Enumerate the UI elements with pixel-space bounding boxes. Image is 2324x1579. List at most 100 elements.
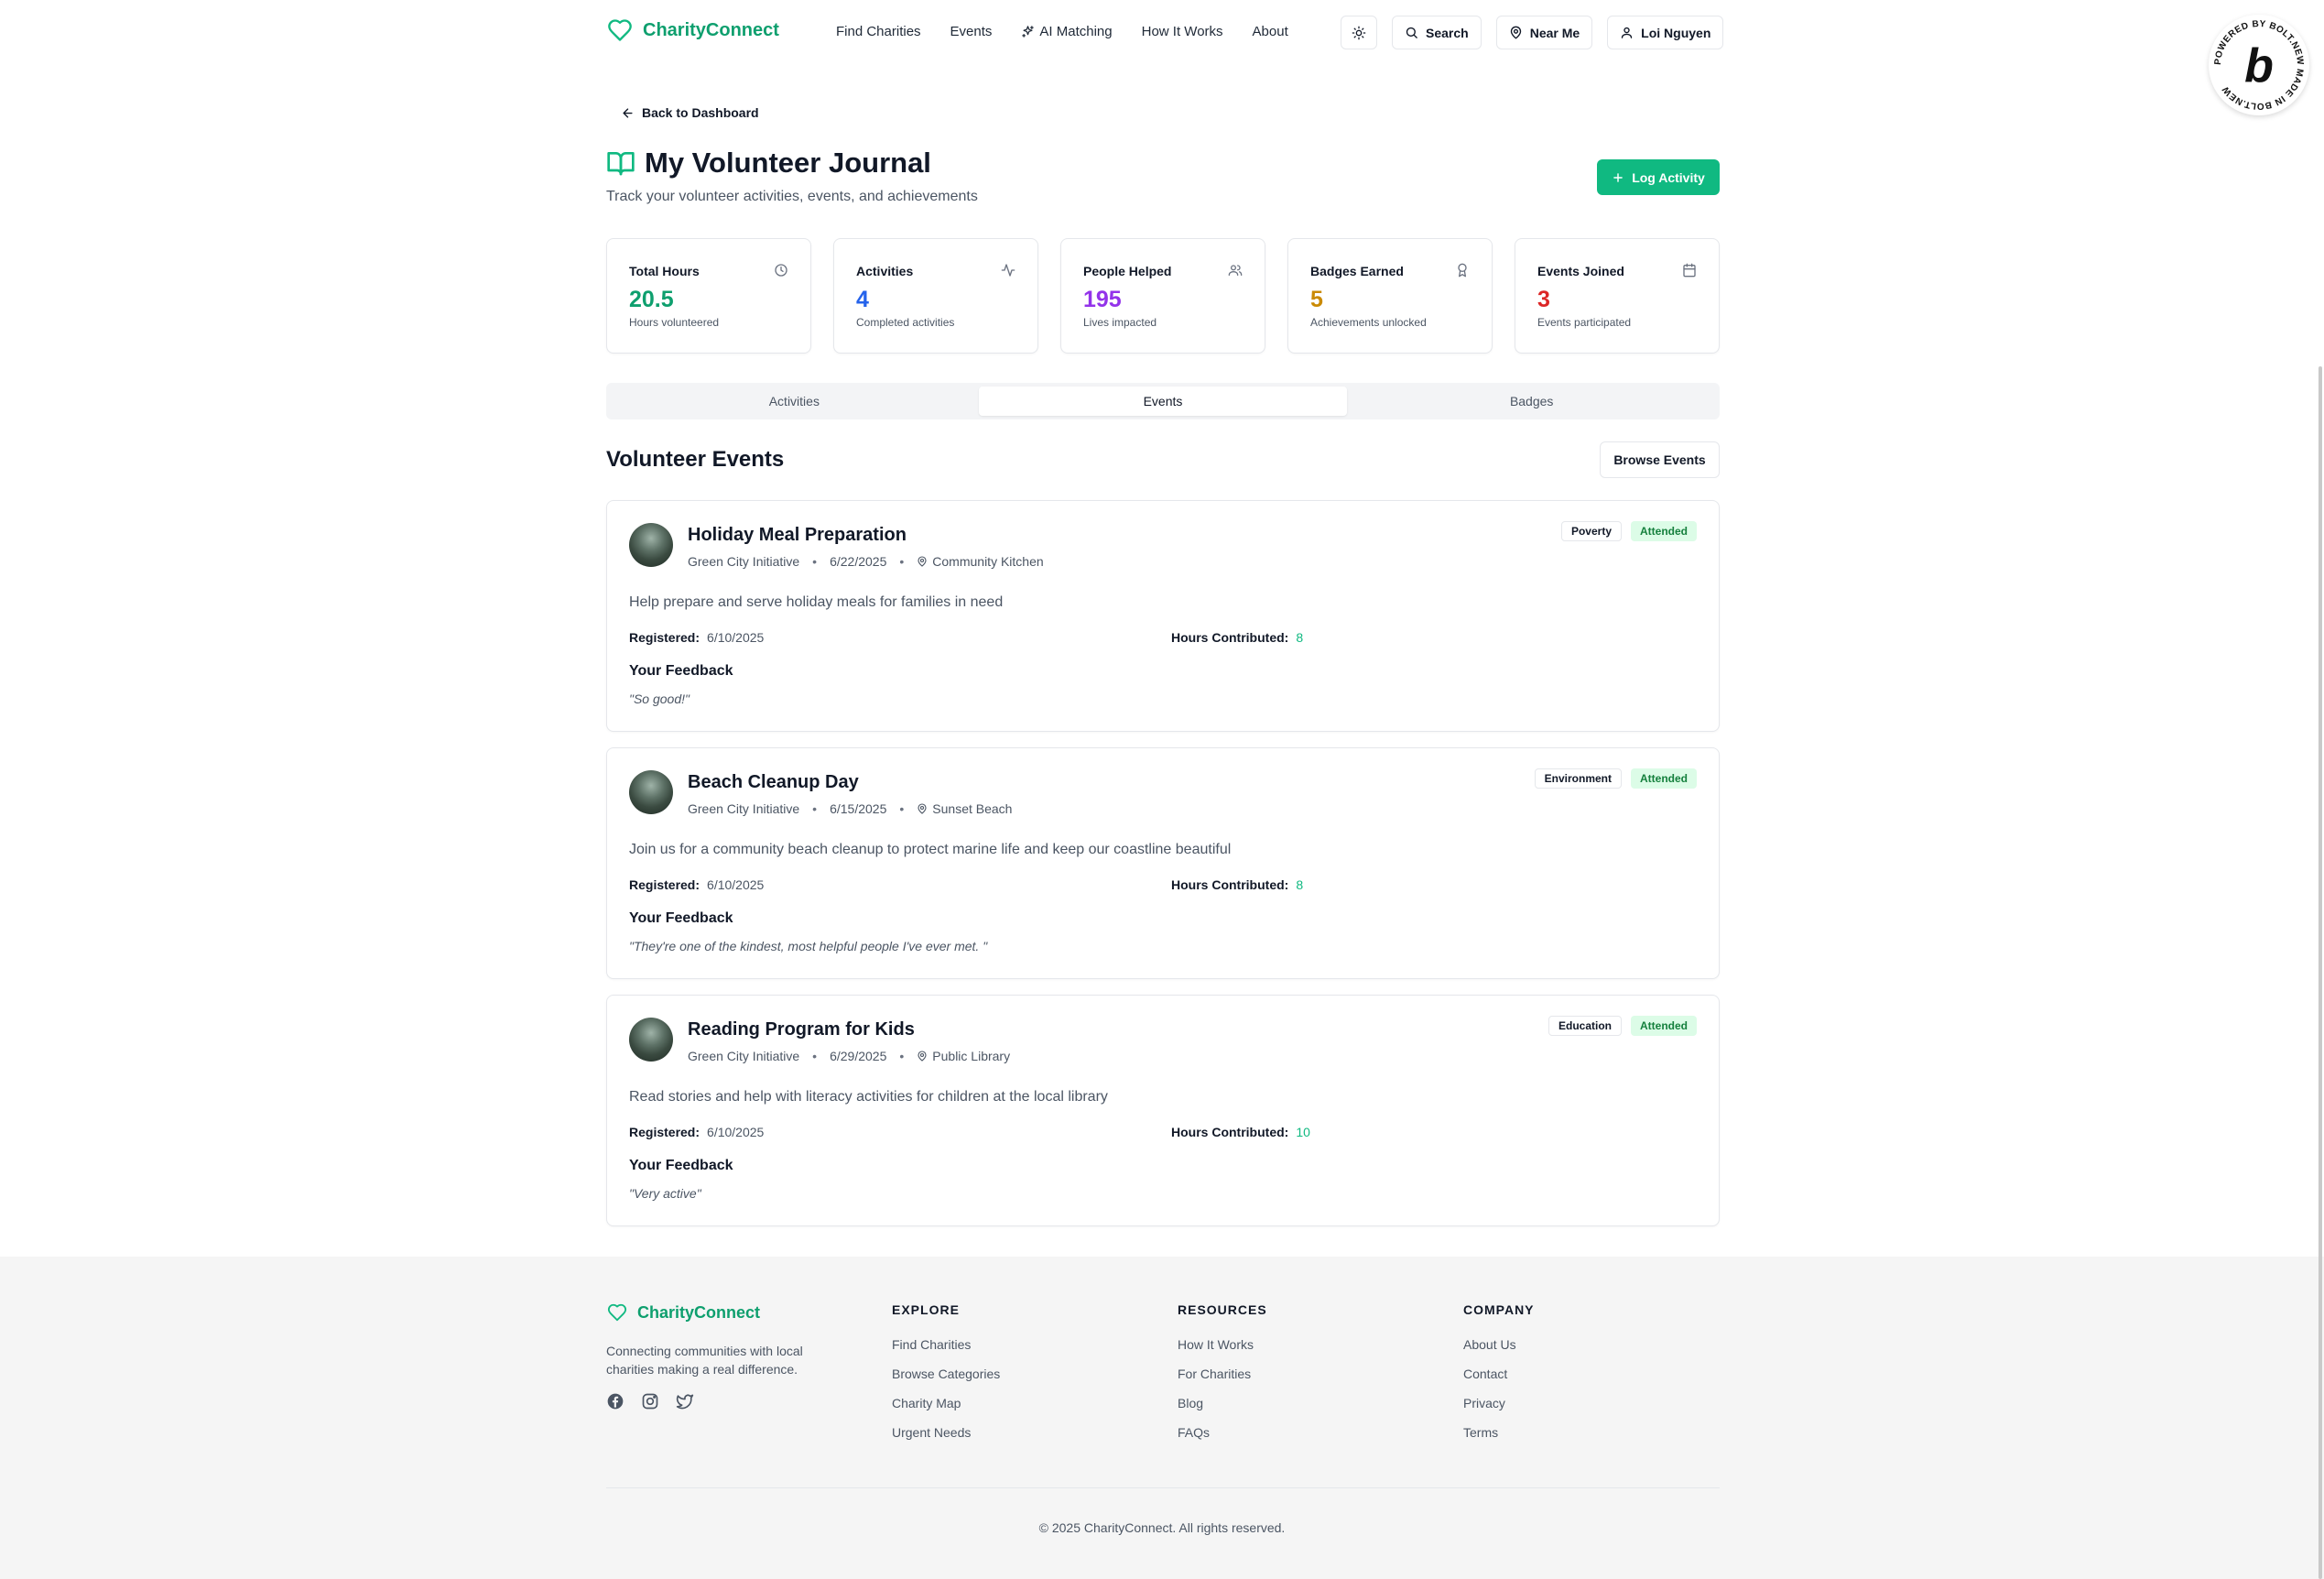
stat-card-total-hours: Total Hours 20.5 Hours volunteered <box>606 238 811 354</box>
location-label: Sunset Beach <box>932 801 1013 816</box>
nav-how-it-works[interactable]: How It Works <box>1142 24 1223 39</box>
footer-link[interactable]: How It Works <box>1178 1337 1267 1352</box>
tab-events[interactable]: Events <box>978 387 1348 416</box>
sun-icon <box>1352 26 1366 40</box>
footer-link[interactable]: For Charities <box>1178 1367 1267 1381</box>
heart-icon <box>606 17 634 43</box>
footer-link[interactable]: Blog <box>1178 1396 1267 1410</box>
user-menu-button[interactable]: Loi Nguyen <box>1607 16 1724 49</box>
footer-heading: COMPANY <box>1463 1302 1535 1317</box>
event-title[interactable]: Reading Program for Kids <box>688 1019 915 1040</box>
page-scrollbar[interactable] <box>2319 366 2322 1579</box>
footer-link[interactable]: Find Charities <box>892 1337 1000 1352</box>
separator-dot: • <box>812 554 818 569</box>
event-title[interactable]: Beach Cleanup Day <box>688 772 859 793</box>
footer-column-resources: RESOURCES How It Works For Charities Blo… <box>1178 1302 1267 1454</box>
event-org: Green City Initiative <box>688 554 800 569</box>
footer-link[interactable]: Charity Map <box>892 1396 1000 1410</box>
hours-value: 8 <box>1296 877 1304 892</box>
page-title: My Volunteer Journal <box>645 147 931 179</box>
stat-label: Events Joined <box>1537 264 1624 278</box>
footer-link[interactable]: Contact <box>1463 1367 1535 1381</box>
category-badge: Education <box>1548 1016 1622 1036</box>
footer-link[interactable]: Browse Categories <box>892 1367 1000 1381</box>
status-badge: Attended <box>1631 521 1697 541</box>
nav-label: Find Charities <box>836 24 921 39</box>
user-name: Loi Nguyen <box>1641 25 1711 40</box>
registered-label: Registered: <box>629 1125 700 1139</box>
footer-link[interactable]: Urgent Needs <box>892 1425 1000 1440</box>
instagram-icon[interactable] <box>641 1392 659 1410</box>
hours-info: Hours Contributed: 8 <box>1171 877 1303 892</box>
stat-card-badges-earned: Badges Earned 5 Achievements unlocked <box>1287 238 1493 354</box>
back-label: Back to Dashboard <box>642 105 759 120</box>
near-me-button[interactable]: Near Me <box>1495 16 1593 49</box>
map-pin-icon <box>1509 26 1523 39</box>
hours-value: 8 <box>1296 630 1304 645</box>
event-description: Read stories and help with literacy acti… <box>629 1089 1108 1105</box>
nav-events[interactable]: Events <box>950 24 993 39</box>
event-badges: Environment Attended <box>1534 768 1697 789</box>
feedback-heading: Your Feedback <box>629 910 733 926</box>
search-label: Search <box>1426 25 1469 40</box>
theme-toggle-button[interactable] <box>1341 16 1377 49</box>
event-org: Green City Initiative <box>688 801 800 816</box>
search-button[interactable]: Search <box>1392 16 1482 49</box>
section-title: Volunteer Events <box>606 447 785 472</box>
nav-ai-matching[interactable]: AI Matching <box>1021 24 1113 39</box>
stat-desc: Hours volunteered <box>629 316 720 329</box>
stat-desc: Lives impacted <box>1083 316 1157 329</box>
registered-label: Registered: <box>629 630 700 645</box>
footer-link[interactable]: About Us <box>1463 1337 1535 1352</box>
footer-brand[interactable]: CharityConnect <box>606 1302 760 1323</box>
footer-link[interactable]: Privacy <box>1463 1396 1535 1410</box>
tab-badges[interactable]: Badges <box>1347 387 1716 416</box>
registered-date: 6/10/2025 <box>707 630 765 645</box>
nav-about[interactable]: About <box>1253 24 1288 39</box>
event-date: 6/15/2025 <box>830 801 887 816</box>
plus-icon <box>1612 171 1624 184</box>
bolt-badge[interactable]: POWERED BY BOLT.NEW MADE IN BOLT.NEW b <box>2209 15 2309 115</box>
heart-icon <box>606 1302 628 1323</box>
svg-text:b: b <box>2244 39 2274 93</box>
map-pin-icon <box>917 1051 928 1062</box>
event-title[interactable]: Holiday Meal Preparation <box>688 525 907 546</box>
footer-divider <box>606 1487 1720 1488</box>
separator-dot: • <box>899 801 905 816</box>
footer-column-explore: EXPLORE Find Charities Browse Categories… <box>892 1302 1000 1454</box>
nav-find-charities[interactable]: Find Charities <box>836 24 921 39</box>
feedback-text: "So good!" <box>629 691 690 706</box>
event-description: Help prepare and serve holiday meals for… <box>629 594 1004 610</box>
log-activity-button[interactable]: Log Activity <box>1597 159 1720 195</box>
status-badge: Attended <box>1631 1016 1697 1036</box>
footer-column-company: COMPANY About Us Contact Privacy Terms <box>1463 1302 1535 1454</box>
stat-value: 5 <box>1310 287 1323 312</box>
tab-activities[interactable]: Activities <box>610 387 979 416</box>
clock-icon <box>774 263 788 278</box>
stat-label: Total Hours <box>629 264 700 278</box>
map-pin-icon <box>917 803 928 814</box>
nav-label: Events <box>950 24 993 39</box>
footer-link[interactable]: FAQs <box>1178 1425 1267 1440</box>
page-subtitle: Track your volunteer activities, events,… <box>606 189 978 204</box>
stat-value: 195 <box>1083 287 1122 312</box>
registered-info: Registered: 6/10/2025 <box>629 877 764 892</box>
brand-logo[interactable]: CharityConnect <box>606 17 779 43</box>
map-pin-icon <box>917 556 928 567</box>
footer-link[interactable]: Terms <box>1463 1425 1535 1440</box>
feedback-heading: Your Feedback <box>629 663 733 679</box>
browse-events-button[interactable]: Browse Events <box>1600 441 1720 478</box>
sparkles-icon <box>1021 25 1035 38</box>
registered-info: Registered: 6/10/2025 <box>629 630 764 645</box>
category-badge: Environment <box>1534 768 1622 789</box>
top-header: CharityConnect Find Charities Events AI … <box>0 0 2324 66</box>
award-icon <box>1455 263 1470 278</box>
activity-icon <box>1001 263 1015 278</box>
hours-label: Hours Contributed: <box>1171 1125 1289 1139</box>
event-description: Join us for a community beach cleanup to… <box>629 842 1232 857</box>
stat-desc: Completed activities <box>856 316 955 329</box>
facebook-icon[interactable] <box>606 1392 624 1410</box>
event-card: Holiday Meal Preparation Green City Init… <box>606 500 1720 732</box>
twitter-icon[interactable] <box>676 1392 694 1410</box>
back-to-dashboard-link[interactable]: Back to Dashboard <box>621 105 759 120</box>
